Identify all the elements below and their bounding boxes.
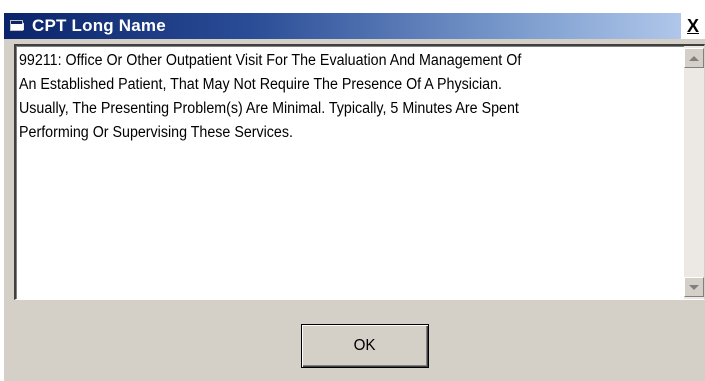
scroll-up-arrow-icon — [689, 55, 699, 61]
scroll-down-arrow-icon — [689, 284, 699, 290]
cpt-long-name-dialog: CPT Long Name X 99211: Office Or Other O… — [2, 12, 705, 381]
scroll-up-button[interactable] — [684, 48, 704, 68]
title-bar[interactable]: CPT Long Name X — [4, 13, 705, 39]
long-name-textarea[interactable]: 99211: Office Or Other Outpatient Visit … — [14, 44, 705, 300]
close-icon[interactable]: X — [681, 13, 705, 39]
window-title: CPT Long Name — [32, 16, 166, 35]
ok-button[interactable]: OK — [301, 324, 429, 368]
window-app-icon — [10, 19, 28, 34]
scroll-down-button[interactable] — [684, 277, 704, 297]
long-name-text: 99211: Office Or Other Outpatient Visit … — [19, 52, 522, 141]
ok-button-label: OK — [354, 337, 376, 354]
vertical-scrollbar[interactable] — [684, 46, 704, 299]
